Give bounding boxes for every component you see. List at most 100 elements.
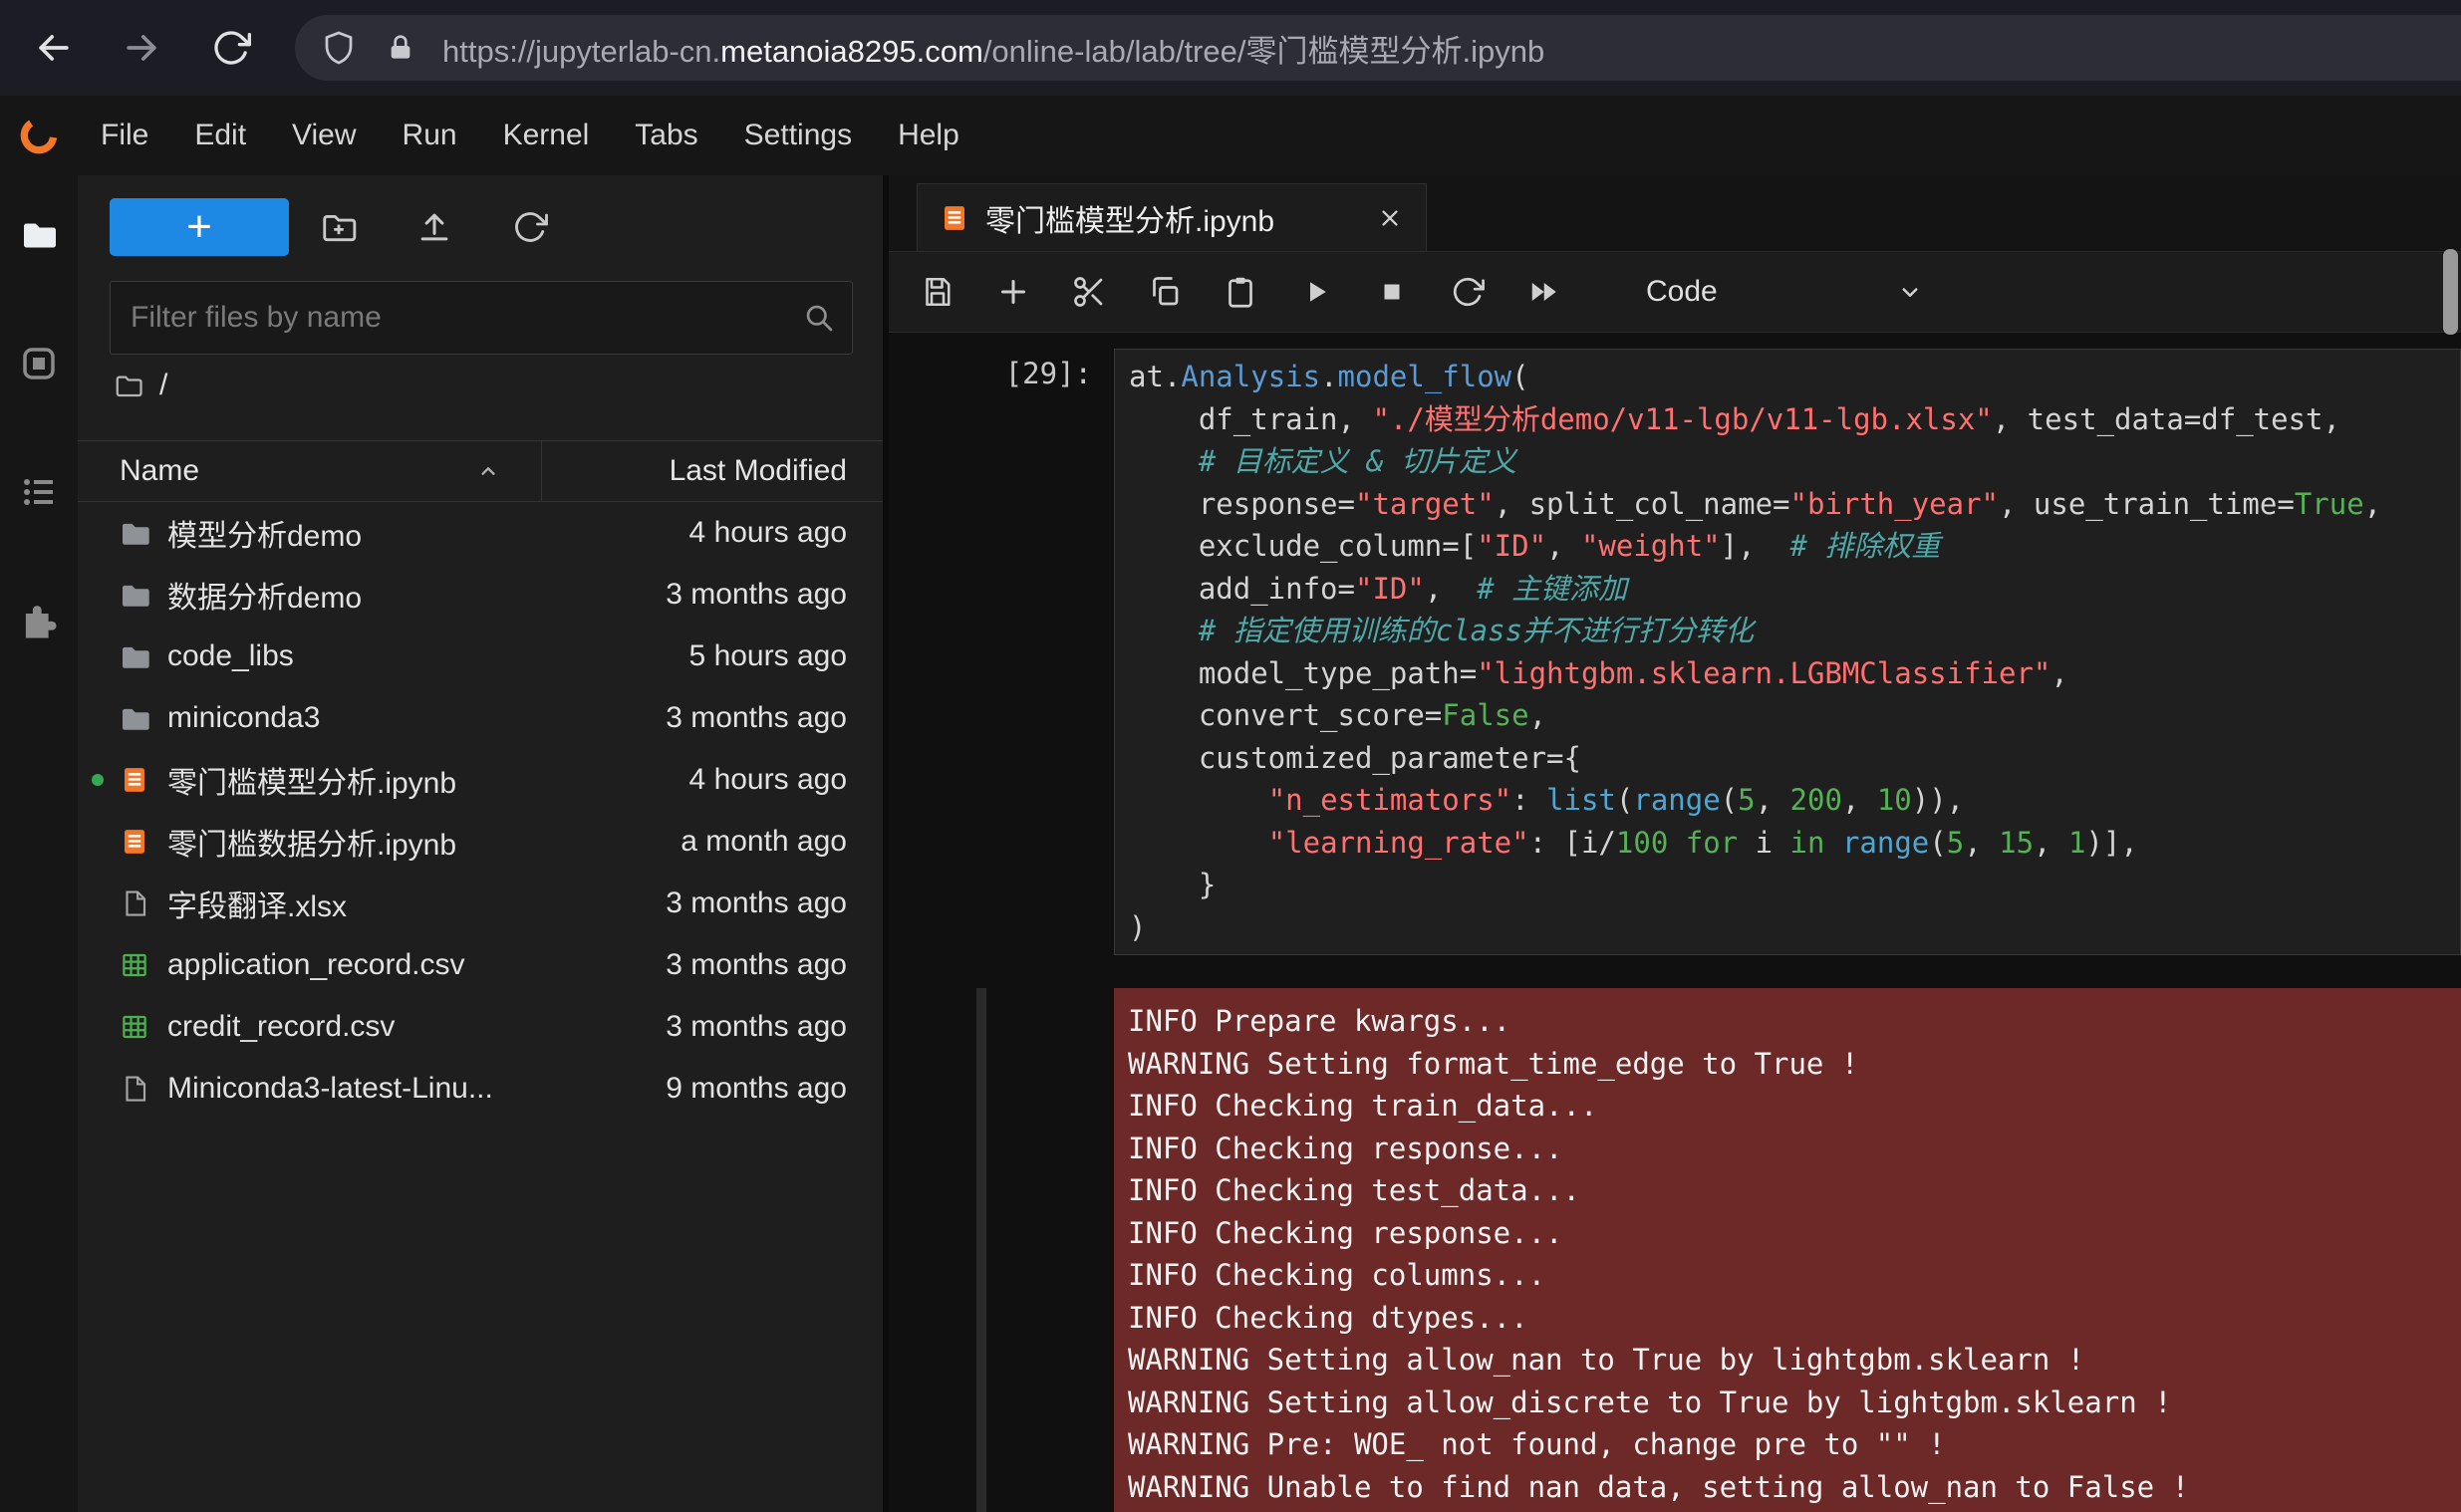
stderr-lines: INFO Prepare kwargs... WARNING Setting fo… — [1128, 1000, 2461, 1508]
browser-window: https://jupyterlab-cn.metanoia8295.com/o… — [0, 0, 2461, 1512]
breadcrumb[interactable]: / — [78, 355, 883, 416]
file-row[interactable]: 数据分析demo 3 months ago — [78, 564, 883, 626]
output-line: WARNING Setting allow_nan to True by lig… — [1128, 1343, 2085, 1377]
dock-tab-bar: 零门槛模型分析.ipynb — [889, 175, 2461, 252]
menu-view[interactable]: View — [269, 96, 379, 175]
cut-cells-button[interactable] — [1066, 269, 1112, 315]
file-row[interactable]: 零门槛数据分析.ipynb a month ago — [78, 811, 883, 873]
code-editor[interactable]: at.Analysis.model_flow( df_train, "./模型分… — [1114, 349, 2461, 955]
column-header-name[interactable]: Name — [78, 441, 541, 501]
menu-edit[interactable]: Edit — [171, 96, 269, 175]
sidebar-tab-extensions[interactable] — [17, 599, 61, 642]
new-launcher-button[interactable]: + — [110, 198, 289, 256]
forward-button[interactable] — [114, 20, 169, 76]
interrupt-kernel-button[interactable] — [1369, 269, 1415, 315]
file-modified: 5 hours ago — [688, 639, 847, 672]
running-indicator — [92, 774, 104, 786]
file-row[interactable]: 零门槛模型分析.ipynb 4 hours ago — [78, 749, 883, 811]
file-row[interactable]: application_record.csv 3 months ago — [78, 934, 883, 996]
notebook-scroll-area[interactable]: [29]: at.Analysis.model_flow( df_train, … — [889, 333, 2461, 1512]
insert-cell-button[interactable] — [990, 269, 1036, 315]
new-folder-button[interactable] — [311, 199, 367, 255]
back-button[interactable] — [26, 20, 82, 76]
file-modified: 3 months ago — [666, 886, 847, 919]
output-line: INFO Checking columns... — [1128, 1258, 1546, 1292]
file-icon-wrap — [118, 886, 151, 920]
filter-files-input[interactable] — [110, 281, 853, 355]
column-header-modified[interactable]: Last Modified — [541, 441, 883, 501]
file-row[interactable]: code_libs 5 hours ago — [78, 626, 883, 687]
menu-run[interactable]: Run — [380, 96, 480, 175]
save-button[interactable] — [915, 269, 960, 315]
file-icon — [126, 1076, 146, 1102]
menu-settings[interactable]: Settings — [721, 96, 875, 175]
output-line: WARNING Pre: WOE_ not found, change pre … — [1128, 1427, 1946, 1461]
file-name: Miniconda3-latest-Linu... — [167, 1072, 493, 1105]
code-line: "n_estimators": list(range(5, 200, 10)), — [1267, 783, 1965, 817]
file-row[interactable]: 字段翻译.xlsx 3 months ago — [78, 873, 883, 934]
refresh-button[interactable] — [502, 199, 558, 255]
sidebar-tab-running[interactable] — [17, 342, 61, 385]
notebook-icon-wrap — [118, 825, 151, 859]
running-indicator — [92, 527, 104, 539]
forward-icon — [127, 35, 156, 61]
notebook-icon — [125, 768, 144, 792]
plus-icon — [1001, 280, 1025, 304]
scrollbar-thumb[interactable] — [2443, 249, 2458, 335]
scissors-icon — [1074, 277, 1103, 307]
breadcrumb-root[interactable]: / — [159, 369, 167, 402]
file-row[interactable]: 模型分析demo 4 hours ago — [78, 502, 883, 564]
jupyter-menubar: File Edit View Run Kernel Tabs Settings Help — [0, 96, 2461, 175]
restart-kernel-button[interactable] — [1445, 269, 1491, 315]
file-name: 模型分析demo — [167, 520, 363, 553]
running-indicator — [92, 836, 104, 848]
lock-icon[interactable] — [385, 32, 416, 64]
file-modified: a month ago — [681, 825, 847, 858]
sidebar-tab-filebrowser[interactable] — [17, 213, 61, 257]
restart-run-all-button[interactable] — [1520, 269, 1566, 315]
csv-icon-wrap — [118, 1010, 151, 1044]
file-row[interactable]: Miniconda3-latest-Linu... 9 months ago — [78, 1058, 883, 1120]
file-row[interactable]: credit_record.csv 3 months ago — [78, 996, 883, 1058]
cell-output-stderr: INFO Prepare kwargs... WARNING Setting fo… — [1114, 988, 2461, 1512]
folder-icon — [123, 646, 149, 668]
file-row[interactable]: miniconda3 3 months ago — [78, 687, 883, 749]
menu-help[interactable]: Help — [875, 96, 982, 175]
notebook-tab[interactable]: 零门槛模型分析.ipynb — [917, 183, 1427, 251]
output-collapser[interactable] — [976, 988, 986, 1512]
tab-close-button[interactable] — [1376, 204, 1404, 232]
code-line: at.Analysis.model_flow( — [1129, 360, 1529, 393]
output-line: WARNING Unable to find nan data, setting… — [1128, 1469, 2190, 1504]
file-name: 数据分析demo — [167, 582, 363, 615]
file-name: application_record.csv — [167, 948, 465, 981]
run-cell-button[interactable] — [1293, 269, 1339, 315]
cell-type-select[interactable]: Code — [1646, 275, 1925, 309]
code-cell[interactable]: [29]: at.Analysis.model_flow( df_train, … — [889, 349, 2461, 955]
file-browser-panel: + / Name — [78, 175, 883, 1512]
folder-icon-wrap — [118, 578, 151, 612]
running-indicator — [92, 1083, 104, 1095]
code-line: ) — [1129, 909, 1147, 944]
tracking-shield-icon[interactable] — [321, 30, 357, 66]
file-list: 模型分析demo 4 hours ago 数据分析demo 3 months ago c… — [78, 502, 883, 1512]
menu-kernel[interactable]: Kernel — [480, 96, 613, 175]
run-icon — [1310, 282, 1326, 302]
upload-button[interactable] — [407, 199, 462, 255]
code-line: } — [1129, 868, 1217, 901]
output-line: INFO Checking response... — [1128, 1215, 1563, 1250]
sidebar-tab-toc[interactable] — [17, 470, 61, 514]
notebook-icon-wrap — [118, 763, 151, 797]
sort-ascending-icon — [481, 467, 495, 475]
output-line: WARNING Setting format_time_edge to True… — [1128, 1046, 1859, 1081]
file-modified: 3 months ago — [666, 578, 847, 611]
reload-button[interactable] — [203, 20, 259, 76]
copy-cells-button[interactable] — [1142, 269, 1188, 315]
stop-icon — [1384, 284, 1400, 300]
menu-file[interactable]: File — [78, 96, 171, 175]
activity-bar — [0, 175, 78, 1512]
back-icon — [39, 35, 69, 61]
jupyter-logo-icon — [20, 117, 58, 154]
menu-tabs[interactable]: Tabs — [612, 96, 720, 175]
paste-cells-button[interactable] — [1218, 269, 1263, 315]
address-bar[interactable]: https://jupyterlab-cn.metanoia8295.com/o… — [295, 15, 2461, 81]
